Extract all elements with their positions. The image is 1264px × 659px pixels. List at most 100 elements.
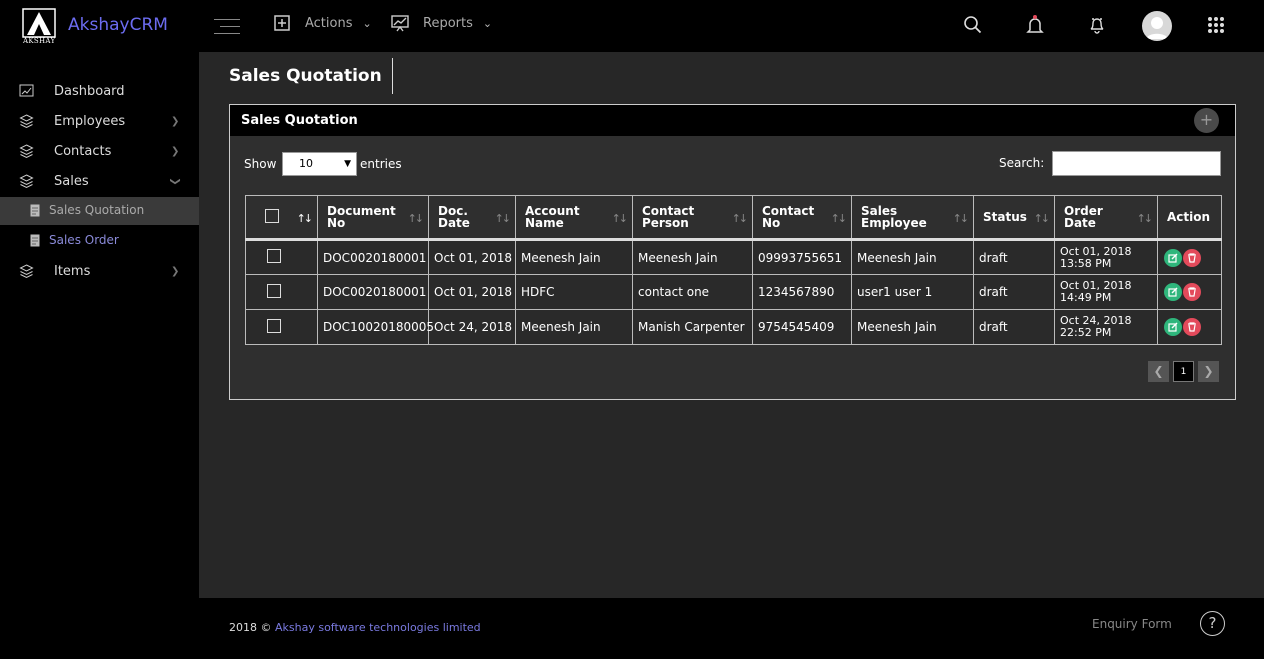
pagination-prev-button[interactable]: ❮ [1148, 361, 1169, 382]
page-title: Sales Quotation [229, 66, 382, 86]
logo[interactable]: AKSHAY [22, 8, 56, 46]
chevron-down-icon: ❯ [169, 176, 181, 186]
sidebar-item-contacts[interactable]: Contacts ❯ [0, 136, 199, 166]
column-header-doc-date[interactable]: Doc. Date ↑↓ [428, 195, 516, 240]
footer-copyright: 2018 © Akshay software technologies limi… [229, 621, 481, 634]
column-header-contact-person[interactable]: Contact Person ↑↓ [632, 195, 753, 240]
logo-text: AKSHAY [23, 37, 56, 45]
apps-grid-icon[interactable] [1207, 16, 1225, 34]
table-row[interactable]: DOC0020180001 Oct 01, 2018 Meenesh Jain … [245, 239, 1222, 275]
top-bar: AKSHAY AkshayCRM Actions ⌄ Reports ⌄ [0, 0, 1264, 52]
table-row[interactable]: DOC10020180005 Oct 24, 2018 Meenesh Jain… [245, 309, 1222, 345]
document-icon [30, 234, 40, 247]
sidebar-subitem-sales-order[interactable]: Sales Order [0, 227, 199, 255]
layers-icon [19, 113, 34, 128]
actions-menu[interactable]: Actions ⌄ [273, 14, 372, 32]
sidebar-item-label: Items [54, 263, 91, 279]
sidebar-item-sales[interactable]: Sales ❯ [0, 166, 199, 196]
sidebar-item-label: Employees [54, 113, 126, 129]
cell-order-date: Oct 01, 2018 14:49 PM [1054, 274, 1158, 310]
delete-icon[interactable] [1183, 283, 1201, 301]
cell-doc-date: Oct 01, 2018 [428, 239, 516, 275]
column-header-order-date[interactable]: Order Date ↑↓ [1054, 195, 1158, 240]
copyright-year: 2018 © [229, 621, 272, 634]
chevron-down-icon: ⌄ [362, 16, 372, 30]
sort-icon: ↑↓ [1136, 212, 1154, 225]
sort-icon: ↑↓ [952, 212, 970, 225]
search-input[interactable] [1052, 151, 1221, 176]
delete-icon[interactable] [1183, 318, 1201, 336]
cell-contact: Meenesh Jain [632, 239, 753, 275]
cell-status: draft [973, 239, 1055, 275]
notification-icon[interactable] [1086, 14, 1108, 36]
cell-doc-no: DOC10020180005 [317, 309, 434, 345]
sidebar: Dashboard Employees ❯ Contacts ❯ Sales ❯… [0, 52, 199, 659]
row-checkbox[interactable] [267, 283, 281, 298]
layers-icon [19, 173, 34, 188]
cell-doc-no: DOC0020180001 [317, 239, 429, 275]
brand-name[interactable]: AkshayCRM [68, 15, 168, 35]
column-header-contact-no[interactable]: Contact No ↑↓ [752, 195, 852, 240]
edit-icon[interactable] [1164, 283, 1182, 301]
pagination-next-button[interactable]: ❯ [1198, 361, 1219, 382]
column-header-status[interactable]: Status ↑↓ [973, 195, 1055, 240]
select-all-header[interactable]: ↑↓ [245, 195, 318, 240]
cell-contact-no: 1234567890 [752, 274, 852, 310]
entries-label: entries [360, 157, 402, 171]
sort-icon: ↑↓ [830, 212, 848, 225]
enquiry-form-link[interactable]: Enquiry Form [1092, 617, 1172, 631]
sales-quotation-panel: Sales Quotation + Show 10 ▼ entries Sear… [229, 104, 1236, 400]
panel-header: Sales Quotation + [230, 105, 1235, 136]
sidebar-item-label: Dashboard [54, 83, 125, 99]
column-header-document-no[interactable]: Document No ↑↓ [317, 195, 429, 240]
sort-icon: ↑↓ [494, 212, 512, 225]
pagination-page-1[interactable]: 1 [1173, 361, 1194, 382]
sidebar-item-label: Sales [54, 173, 89, 189]
chevron-right-icon: ❯ [171, 265, 180, 277]
sidebar-subitem-sales-quotation[interactable]: Sales Quotation [0, 197, 199, 225]
avatar[interactable] [1142, 11, 1172, 41]
table-header-row: ↑↓ Document No ↑↓ Doc. Date ↑↓ Account Name ↑↓… [245, 195, 1222, 240]
sidebar-item-employees[interactable]: Employees ❯ [0, 106, 199, 136]
panel-title: Sales Quotation [241, 113, 358, 128]
entries-select[interactable]: 10 ▼ [282, 152, 357, 176]
company-link[interactable]: Akshay software technologies limited [275, 621, 481, 634]
bell-icon[interactable] [1024, 14, 1046, 36]
delete-icon[interactable] [1183, 248, 1201, 267]
sidebar-item-label: Contacts [54, 143, 112, 159]
edit-icon[interactable] [1164, 248, 1182, 267]
entries-value: 10 [299, 157, 313, 170]
menu-icon[interactable] [212, 17, 240, 35]
reports-menu[interactable]: Reports ⌄ [391, 14, 492, 32]
column-header-account-name[interactable]: Account Name ↑↓ [515, 195, 633, 240]
search-icon[interactable] [962, 14, 984, 36]
cell-order-date: Oct 24, 2018 22:52 PM [1054, 309, 1158, 345]
add-button[interactable]: + [1194, 108, 1219, 133]
cell-account: Meenesh Jain [515, 239, 633, 275]
cell-account: HDFC [515, 274, 633, 310]
cell-employee: user1 user 1 [851, 274, 974, 310]
edit-icon[interactable] [1164, 318, 1182, 336]
cell-account: Meenesh Jain [515, 309, 633, 345]
sidebar-item-dashboard[interactable]: Dashboard [0, 76, 199, 106]
select-all-checkbox[interactable] [265, 209, 279, 223]
cell-doc-date: Oct 01, 2018 [428, 274, 516, 310]
quotation-table: ↑↓ Document No ↑↓ Doc. Date ↑↓ Account Name ↑↓… [245, 195, 1222, 345]
table-row[interactable]: DOC0020180001 Oct 01, 2018 HDFC contact … [245, 274, 1222, 310]
help-icon[interactable]: ? [1200, 611, 1225, 636]
sort-icon: ↑↓ [731, 212, 749, 225]
cell-actions [1157, 274, 1222, 310]
divider [392, 58, 393, 94]
sidebar-item-items[interactable]: Items ❯ [0, 256, 199, 286]
row-checkbox[interactable] [267, 249, 281, 263]
layers-icon [19, 143, 34, 158]
column-header-sales-employee[interactable]: Sales Employee ↑↓ [851, 195, 974, 240]
cell-actions [1157, 309, 1222, 345]
sort-icon: ↑↓ [611, 212, 629, 225]
sort-icon[interactable]: ↑↓ [297, 213, 314, 225]
chevron-right-icon: ❯ [171, 145, 180, 157]
row-checkbox[interactable] [267, 318, 281, 333]
dashboard-icon [19, 84, 34, 96]
actions-icon [274, 15, 290, 31]
cell-contact: contact one [632, 274, 753, 310]
